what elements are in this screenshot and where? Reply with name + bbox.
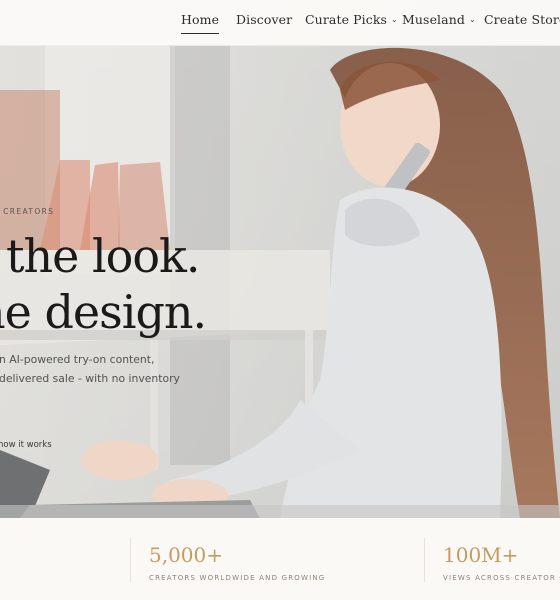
nav-item-home[interactable]: Home xyxy=(181,12,220,34)
stat-label-creators: CREATORS WORLDWIDE AND GROWING xyxy=(149,574,326,582)
hero-section: Home Discover Curate Picks ⌄ Museland ⌄ Cr… xyxy=(0,0,560,518)
hero-headline: the look. ne design. xyxy=(0,228,207,340)
hero-subcopy: n AI-powered try-on content, delivered s… xyxy=(0,350,180,388)
how-it-works-link[interactable]: how it works xyxy=(0,440,52,450)
top-navigation: Home Discover Curate Picks ⌄ Museland ⌄ Cr… xyxy=(0,0,560,46)
nav-item-discover[interactable]: Discover xyxy=(236,12,292,32)
stat-divider xyxy=(130,538,131,582)
chevron-down-icon: ⌄ xyxy=(391,15,398,24)
nav-item-museland-label: Museland xyxy=(402,12,465,27)
stats-bar: 5,000+ CREATORS WORLDWIDE AND GROWING 10… xyxy=(0,518,560,600)
nav-item-curate-picks-label: Curate Picks xyxy=(305,12,388,27)
hero-subcopy-line2: delivered sale - with no inventory xyxy=(0,372,180,385)
nav-item-museland[interactable]: Museland ⌄ xyxy=(402,12,476,32)
nav-item-create-store[interactable]: Create Store xyxy=(484,12,560,32)
hero-eyebrow: M FOR CREATORS xyxy=(0,207,55,216)
hero-subcopy-line1: n AI-powered try-on content, xyxy=(0,353,155,366)
stat-value-creators: 5,000+ xyxy=(149,543,224,567)
nav-item-curate-picks[interactable]: Curate Picks ⌄ xyxy=(305,12,398,32)
chevron-down-icon: ⌄ xyxy=(468,15,476,24)
stat-divider xyxy=(424,538,425,582)
hero-headline-line2: ne design. xyxy=(0,285,207,339)
stat-label-views: VIEWS ACROSS CREATOR C xyxy=(443,574,560,582)
hero-headline-line1: the look. xyxy=(6,229,201,283)
stat-value-views: 100M+ xyxy=(443,543,519,567)
